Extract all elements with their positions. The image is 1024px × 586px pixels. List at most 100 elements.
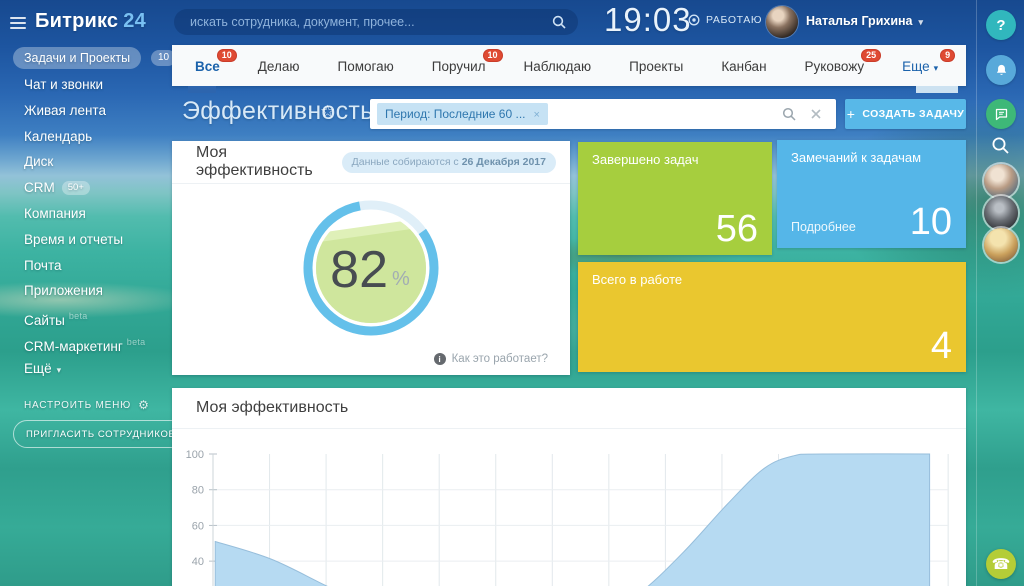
work-status-toggle[interactable]: РАБОТАЮ — [688, 14, 762, 26]
user-menu[interactable]: Наталья Грихина▾ — [806, 14, 923, 28]
task-remarks-tile[interactable]: Замечаний к задачам Подробнее 10 — [777, 140, 966, 248]
tab-8[interactable]: Руковожу25 — [786, 45, 884, 86]
sidebar-item-label: Время и отчеты — [24, 232, 123, 247]
avatar[interactable] — [766, 6, 798, 38]
tab-label: Делаю — [258, 59, 300, 74]
sidebar-item-1[interactable]: Живая лента — [0, 98, 172, 124]
tab-4[interactable]: Поручил10 — [413, 45, 505, 86]
tab-label: Еще — [902, 59, 929, 74]
sidebar-item-label: CRM-маркетинг — [24, 339, 123, 354]
tab-label: Руковожу — [805, 59, 865, 74]
tab-bar: Все10ДелаюПомогаюПоручил10НаблюдаюПроект… — [172, 45, 966, 86]
sidebar-item-0[interactable]: Чат и звонки — [0, 72, 172, 98]
more-tab-indicator — [916, 86, 958, 93]
phone-icon: ☎ — [992, 555, 1011, 573]
sidebar-item-10[interactable]: CRM-маркетинг beta — [0, 330, 172, 356]
logo-brand: Битрикс — [35, 10, 118, 33]
sidebar-item-5[interactable]: Компания — [0, 201, 172, 227]
sidebar-item-2[interactable]: Календарь — [0, 124, 172, 150]
phone-call-button[interactable]: ☎ — [986, 549, 1016, 579]
y-axis-tick-label: 100 — [186, 449, 204, 461]
tab-1[interactable]: Все10 — [176, 45, 239, 86]
tab-5[interactable]: Наблюдаю — [505, 45, 611, 86]
gear-icon: ⚙ — [138, 398, 150, 412]
tab-3[interactable]: Помогаю — [318, 45, 412, 86]
configure-menu-button[interactable]: НАСТРОИТЬ МЕНЮ ⚙ — [24, 398, 150, 412]
sidebar-item-label: Живая лента — [24, 103, 106, 118]
in-progress-tile[interactable]: Всего в работе 4 — [578, 262, 966, 372]
sidebar-item-11[interactable]: Ещё▾ — [0, 356, 172, 382]
gauge-value: 82 — [330, 241, 388, 299]
data-note-text: Данные собираются с — [352, 156, 459, 168]
tab-7[interactable]: Канбан — [702, 45, 785, 86]
period-filter-label: Период: Последние 60 ... — [385, 107, 526, 121]
work-clock[interactable]: 19:03 — [604, 1, 692, 39]
how-it-works-link[interactable]: i Как это работает? — [434, 353, 548, 365]
sidebar-item-tasks-active[interactable]: Задачи и Проекты — [13, 47, 141, 69]
tab-2[interactable]: Делаю — [239, 45, 319, 86]
bell-icon — [994, 63, 1009, 78]
data-collected-note: Данные собираются с26 Декабря 2017 — [342, 152, 556, 173]
sidebar-item-label: Сайты — [24, 313, 65, 328]
chevron-down-icon: ▾ — [919, 17, 924, 27]
search-icon[interactable] — [552, 15, 566, 29]
efficiency-chart-card: Моя эффективность 100806040 — [172, 388, 966, 586]
chat-bubble-icon — [994, 107, 1009, 122]
tile-label: Всего в работе — [592, 272, 682, 287]
info-icon: i — [434, 353, 446, 365]
gauge-unit: % — [392, 268, 410, 290]
create-task-button[interactable]: + СОЗДАТЬ ЗАДАЧУ — [845, 99, 966, 129]
sidebar-item-label: Приложения — [24, 283, 103, 298]
status-dot-icon — [688, 14, 700, 26]
invite-employees-label: ПРИГЛАСИТЬ СОТРУДНИКОВ — [26, 429, 175, 440]
tab-badge: 25 — [861, 49, 881, 62]
favorite-star-icon[interactable]: ☆ — [320, 102, 335, 122]
period-filter-chip[interactable]: Период: Последние 60 ... × — [377, 103, 548, 125]
card-title: Моя эффективность — [196, 144, 342, 180]
y-axis-tick-label: 60 — [192, 520, 204, 532]
rail-search-icon[interactable] — [991, 136, 1010, 155]
recent-user-avatar[interactable] — [984, 196, 1018, 230]
sidebar-item-label: Компания — [24, 206, 86, 221]
beta-label: beta — [69, 311, 88, 321]
tab-9[interactable]: Еще▾9 — [883, 45, 957, 86]
y-axis-tick-label: 40 — [192, 556, 204, 568]
sidebar-item-8[interactable]: Приложения — [0, 278, 172, 304]
filter-search-icon[interactable] — [782, 107, 796, 121]
efficiency-gauge: 82 % — [296, 193, 446, 343]
completed-tasks-tile[interactable]: Завершено задач 56 — [578, 142, 772, 255]
tab-6[interactable]: Проекты — [610, 45, 702, 86]
sidebar-item-6[interactable]: Время и отчеты — [0, 227, 172, 253]
beta-label: beta — [127, 337, 146, 347]
global-search — [174, 9, 578, 35]
sidebar-item-9[interactable]: Сайты beta — [0, 304, 172, 330]
logo[interactable]: Битрикс 24 — [10, 10, 146, 33]
chevron-down-icon: ▾ — [934, 63, 939, 73]
tile-value: 56 — [716, 208, 758, 251]
sidebar-item-4[interactable]: CRM50+ — [0, 175, 172, 201]
tab-label: Поручил — [432, 59, 486, 74]
sidebar-item-label: Календарь — [24, 129, 92, 144]
recent-user-avatar[interactable] — [984, 164, 1018, 198]
efficiency-card: Моя эффективность Данные собираются с26 … — [172, 141, 570, 375]
close-icon[interactable]: × — [534, 109, 540, 121]
configure-menu-label: НАСТРОИТЬ МЕНЮ — [24, 400, 131, 411]
sidebar-item-7[interactable]: Почта — [0, 253, 172, 279]
hamburger-menu-icon[interactable] — [10, 17, 26, 29]
active-tab-indicator — [188, 86, 216, 93]
tab-label: Наблюдаю — [524, 59, 592, 74]
chart-card-title: Моя эффективность — [196, 399, 348, 417]
details-link[interactable]: Подробнее — [791, 220, 856, 234]
help-button[interactable]: ? — [986, 10, 1016, 40]
sidebar-item-3[interactable]: Диск — [0, 149, 172, 175]
filter-bar[interactable]: Период: Последние 60 ... × — [370, 99, 836, 129]
tab-badge: 10 — [217, 49, 237, 62]
search-input[interactable] — [174, 15, 552, 29]
recent-user-avatar[interactable] — [984, 228, 1018, 262]
filter-clear-icon[interactable] — [810, 108, 822, 120]
plus-icon: + — [847, 106, 856, 122]
how-it-works-label: Как это работает? — [452, 353, 548, 365]
notifications-button[interactable] — [986, 55, 1016, 85]
sidebar-item-label: Диск — [24, 154, 53, 169]
chat-button[interactable] — [986, 99, 1016, 129]
